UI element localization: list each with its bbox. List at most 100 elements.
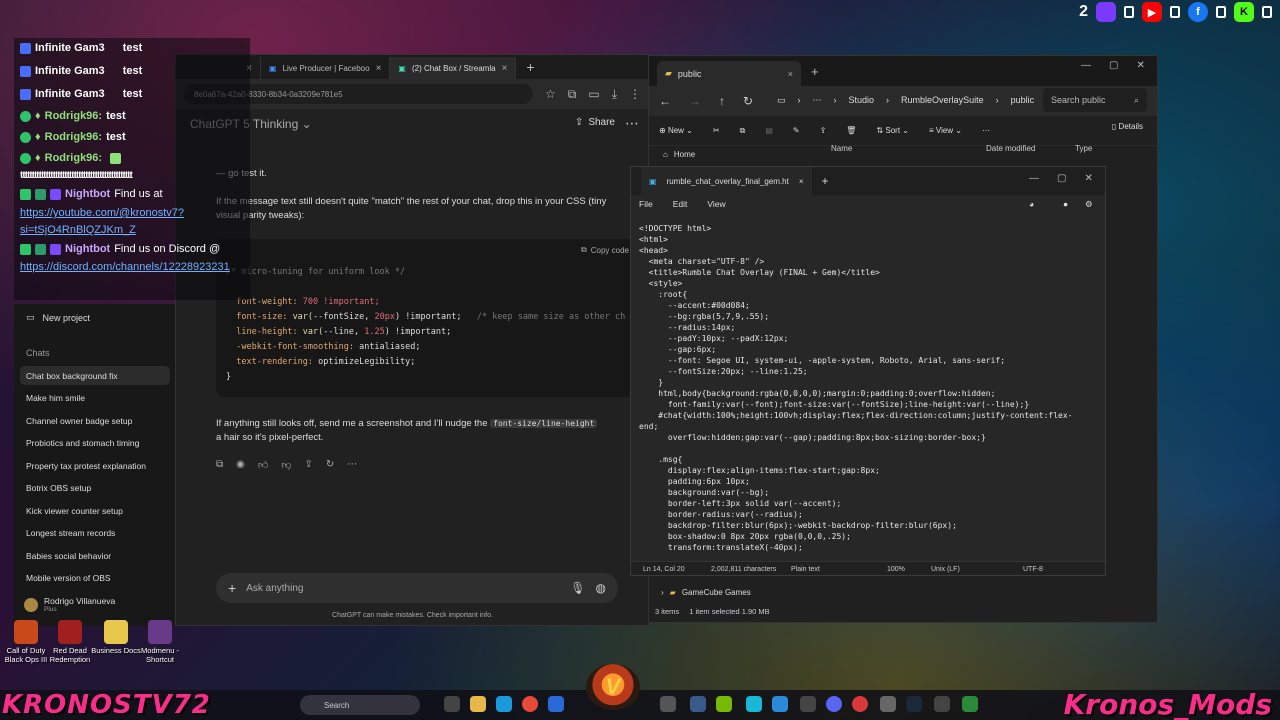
camera-icon[interactable] [660, 696, 676, 712]
tray-square-icon[interactable] [1216, 6, 1226, 18]
menu-view[interactable]: View [707, 199, 725, 209]
new-tab-button[interactable]: + [811, 64, 819, 79]
column-name[interactable]: Name [831, 144, 852, 153]
facebook-icon[interactable]: f [1188, 2, 1208, 22]
breadcrumb-item[interactable]: Studio [849, 95, 875, 105]
breadcrumb-item[interactable]: public [1011, 95, 1035, 105]
voice-mode-icon[interactable]: ◍ [596, 581, 606, 595]
youtube-icon[interactable]: ▶ [1142, 2, 1162, 22]
close-icon[interactable]: × [502, 63, 508, 74]
user-profile-button[interactable]: Rodrigo Villanueva Plus [24, 596, 115, 613]
column-type[interactable]: Type [1075, 144, 1092, 153]
tab-live-producer[interactable]: ▣ Live Producer | Faceboo × [261, 57, 391, 79]
close-icon[interactable]: ✕ [1084, 173, 1092, 184]
sidebar-chat-item[interactable]: Botrix OBS setup [20, 478, 170, 497]
more-options-icon[interactable]: ⋯ [813, 95, 822, 106]
taskbar-search[interactable]: Search [300, 695, 420, 715]
view-button[interactable]: ≡ View ⌄ [929, 126, 962, 135]
chrome-menu-icon[interactable]: ⋮ [629, 87, 641, 101]
sidebar-chat-item[interactable]: Mobile version of OBS [20, 568, 170, 587]
explorer-icon[interactable] [470, 696, 486, 712]
menu-edit[interactable]: Edit [673, 199, 688, 209]
refresh-icon[interactable]: ↻ [743, 94, 753, 108]
overlay-link[interactable]: https://youtube.com/@kronostv7? [20, 207, 184, 219]
new-project-button[interactable]: ▭ New project [26, 312, 90, 323]
sidebar-chat-item[interactable]: Chat box background fix [20, 366, 170, 385]
plus-icon[interactable]: + [228, 580, 236, 596]
store-icon[interactable] [496, 696, 512, 712]
back-icon[interactable]: ← [659, 94, 671, 108]
more-options-icon[interactable]: ⋯ [347, 459, 357, 471]
app-icon[interactable] [852, 696, 868, 712]
app-icon[interactable] [962, 696, 978, 712]
microphone-icon[interactable]: 🎙︎ [570, 581, 585, 595]
desktop-icon[interactable]: Modmenu - Shortcut [132, 620, 188, 664]
kick-icon[interactable]: K [1234, 2, 1254, 22]
overlay-link[interactable]: si=tSjO4RnBlQZJKm_Z [20, 224, 136, 236]
paste-icon[interactable]: ▤ [765, 126, 773, 135]
notepad-text-area[interactable]: <!DOCTYPE html> <html> <head> <meta charse… [631, 215, 1105, 555]
share-button[interactable]: ⇪ Share [575, 117, 615, 128]
details-button[interactable]: ▯ Details [1112, 122, 1143, 131]
tab-chat-box[interactable]: ▣ (2) Chat Box / Streamla × [390, 57, 517, 79]
sidebar-chat-item[interactable]: Longest stream records [20, 523, 170, 542]
app-icon[interactable] [772, 696, 788, 712]
sidebar-chat-item[interactable]: Channel owner badge setup [20, 411, 170, 430]
share-icon[interactable]: ⇪ [304, 459, 312, 471]
nvidia-icon[interactable] [716, 696, 732, 712]
breadcrumb-item[interactable]: RumbleOverlaySuite [901, 95, 984, 105]
nav-home[interactable]: ⌂ Home [663, 150, 695, 159]
copy-icon[interactable]: ⧉ [740, 126, 746, 136]
streamlabs-icon[interactable] [746, 696, 762, 712]
close-icon[interactable]: × [376, 63, 382, 74]
tray-square-icon[interactable] [1170, 6, 1180, 18]
sidebar-chat-item[interactable]: Property tax protest explanation [20, 456, 170, 475]
new-tab-button[interactable]: + [822, 174, 829, 188]
sort-button[interactable]: ⇅ Sort ⌄ [876, 126, 909, 135]
extensions-icon[interactable]: ⧉ [568, 87, 577, 102]
minimize-icon[interactable]: — [1029, 173, 1039, 184]
column-date-modified[interactable]: Date modified [986, 144, 1035, 153]
delete-icon[interactable]: 🗑︎ [846, 126, 856, 135]
steam-icon[interactable] [906, 696, 922, 712]
close-icon[interactable]: × [788, 69, 793, 79]
overlay-link[interactable]: https://discord.com/channels/12228923231 [20, 261, 230, 273]
regenerate-icon[interactable]: ↻ [326, 459, 334, 471]
new-button[interactable]: ⊕ New ⌄ [659, 126, 693, 135]
share-icon[interactable]: ⇪ [820, 126, 827, 135]
gear-icon[interactable]: ⚙ [1085, 199, 1093, 210]
new-tab-button[interactable]: + [516, 59, 544, 75]
speaker-icon[interactable]: ◉ [236, 459, 245, 471]
cast-icon[interactable]: ▭ [588, 87, 599, 101]
copy-code-button[interactable]: ⧉ Copy code [216, 239, 641, 261]
account-icon[interactable]: ● [1063, 199, 1068, 209]
sidebar-chat-item[interactable]: Babies social behavior [20, 546, 170, 565]
discord-icon[interactable] [826, 696, 842, 712]
thumbs-up-icon[interactable]: 👍︎ [258, 459, 268, 471]
forward-icon[interactable]: → [689, 94, 701, 108]
rename-icon[interactable]: ✎ [793, 126, 800, 135]
copy-icon[interactable]: ⧉ [216, 459, 223, 471]
thumbs-down-icon[interactable]: 👎︎ [281, 459, 291, 471]
close-icon[interactable]: × [799, 177, 804, 186]
star-icon[interactable]: ☆ [545, 87, 556, 101]
close-icon[interactable]: ✕ [1136, 60, 1144, 71]
download-icon[interactable]: ⤓ [612, 87, 617, 102]
tray-square-icon[interactable] [1262, 6, 1272, 18]
maximize-icon[interactable]: ▢ [1057, 173, 1066, 184]
notepad-icon[interactable] [880, 696, 896, 712]
sidebar-chat-item[interactable]: Make him smile [20, 388, 170, 407]
steam-icon[interactable] [548, 696, 564, 712]
cut-icon[interactable]: ✂ [713, 126, 720, 135]
up-icon[interactable]: ↑ [719, 94, 725, 108]
sidebar-chat-item[interactable]: Probiotics and stomach timing [20, 433, 170, 452]
copilot-icon[interactable]: ◕ [1029, 199, 1034, 209]
twitch-icon[interactable] [1096, 2, 1116, 22]
more-options-icon[interactable]: ⋯ [982, 126, 990, 135]
notepad-tab[interactable]: ▣ rumble_chat_overlay_final_gem.ht × [641, 167, 812, 195]
task-view-icon[interactable] [444, 696, 460, 712]
app-icon[interactable] [934, 696, 950, 712]
tray-square-icon[interactable] [1124, 6, 1134, 18]
app-icon[interactable] [800, 696, 816, 712]
chrome-icon[interactable] [522, 696, 538, 712]
